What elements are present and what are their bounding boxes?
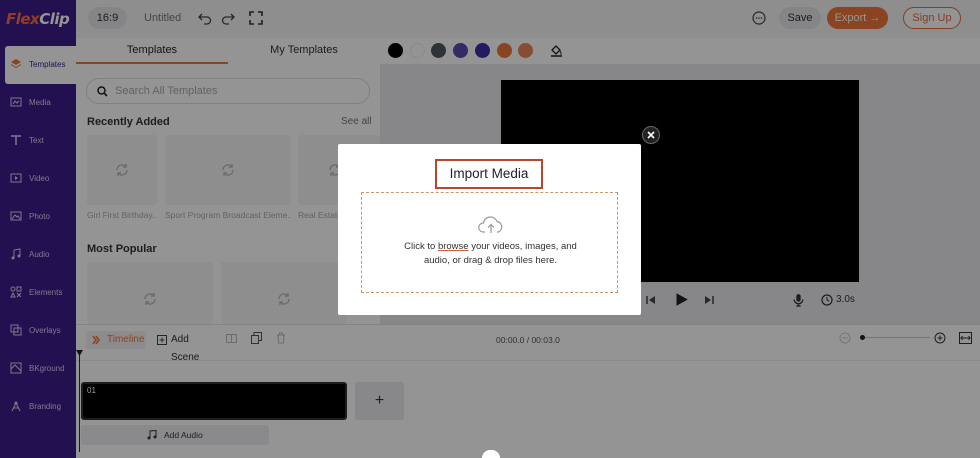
dropzone-instructions: Click to browse your videos, images, and… xyxy=(404,241,577,266)
cloud-upload-icon xyxy=(478,216,503,233)
file-dropzone[interactable]: Click to browse your videos, images, and… xyxy=(361,192,618,293)
browse-link[interactable]: browse xyxy=(438,241,469,252)
timeline-collapse-handle[interactable] xyxy=(482,450,500,458)
dialog-title: Import Media xyxy=(435,159,543,189)
close-modal-button[interactable] xyxy=(642,126,660,144)
close-icon xyxy=(647,131,655,139)
import-media-dialog: Import Media Click to browse your videos… xyxy=(338,144,641,315)
